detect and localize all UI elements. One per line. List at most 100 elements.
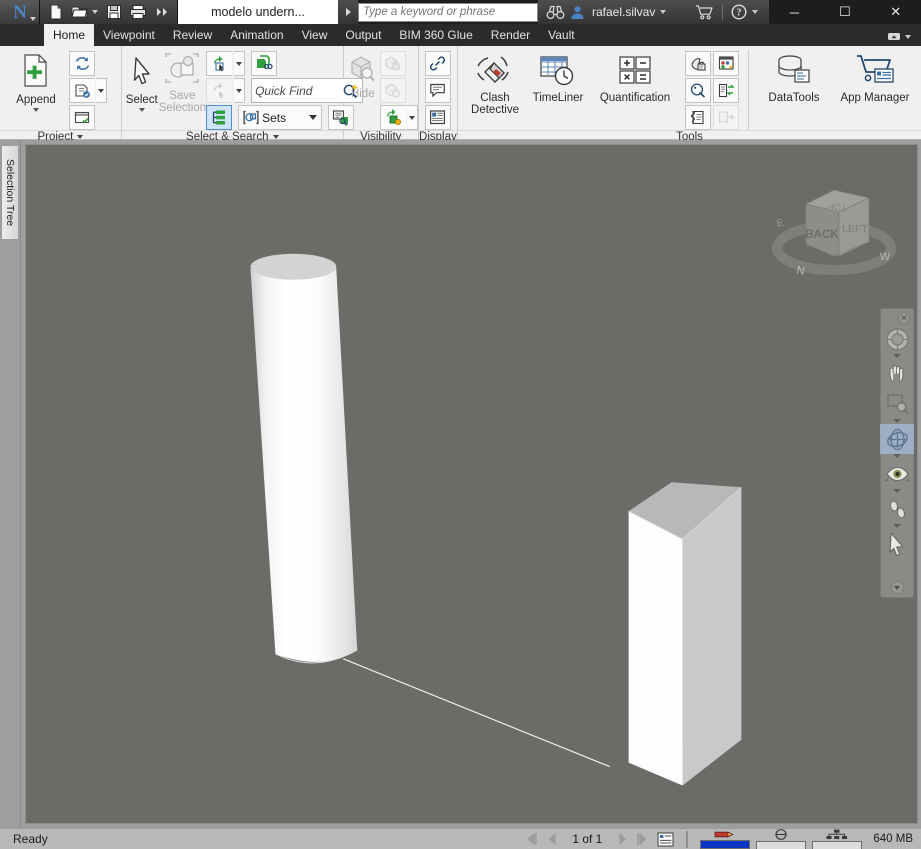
page-list-button[interactable] (656, 831, 675, 847)
steering-wheel-caret-icon[interactable] (893, 354, 901, 358)
maximize-button[interactable]: ☐ (820, 0, 871, 24)
chevron-down-icon[interactable] (138, 108, 145, 112)
unhide-all-caret[interactable] (406, 105, 418, 130)
batch-utility-icon (690, 110, 704, 125)
selection-tree-button[interactable] (206, 105, 233, 130)
user-name-label[interactable]: rafael.silvav (592, 5, 655, 19)
nav-options-button[interactable] (890, 581, 904, 594)
app-manager-button[interactable]: App Manager (832, 50, 918, 104)
save-button[interactable] (103, 2, 124, 22)
user-menu-caret-icon[interactable] (660, 10, 667, 14)
walk-caret-icon[interactable] (893, 524, 901, 528)
select-tool-button[interactable] (880, 529, 914, 559)
tab-view[interactable]: View (293, 24, 337, 46)
select-same-caret[interactable] (234, 51, 246, 76)
tab-render[interactable]: Render (482, 24, 539, 46)
new-document-button[interactable] (45, 2, 66, 22)
hide-label: Hide (350, 88, 375, 100)
animator-button[interactable] (713, 51, 739, 76)
view-cube[interactable]: E W N BACK LEFT TOP (759, 160, 909, 300)
status-bar: Ready 1 of 1 640 MB (0, 828, 921, 849)
status-message: Ready (13, 832, 48, 846)
nav-close-button[interactable]: ✕ (898, 312, 910, 324)
walk-button[interactable] (880, 494, 914, 524)
close-button[interactable]: ✕ (870, 0, 921, 24)
datatools-button[interactable]: DataTools (758, 50, 830, 104)
appearance-profiler-button[interactable] (685, 78, 711, 103)
timeliner-icon (540, 56, 574, 86)
orbit-button[interactable] (880, 424, 914, 454)
zoom-window-button[interactable] (880, 389, 914, 419)
pencil-icon (714, 831, 734, 837)
tab-home[interactable]: Home (44, 24, 95, 46)
open-button[interactable] (69, 2, 90, 22)
tab-viewpoint[interactable]: Viewpoint (94, 24, 164, 46)
sidebar-item-selection-tree[interactable]: Selection Tree (1, 145, 19, 240)
batch-utility-button[interactable] (685, 105, 711, 130)
pan-button[interactable] (880, 359, 914, 389)
properties-button[interactable] (424, 105, 451, 130)
chevron-down-icon[interactable] (33, 108, 39, 112)
scripter-button[interactable] (713, 78, 739, 103)
user-avatar-icon[interactable] (570, 5, 585, 20)
reset-all-caret[interactable] (96, 78, 107, 103)
ribbon-minimize-control[interactable] (887, 31, 911, 46)
title-expand-button[interactable] (338, 0, 358, 24)
qat-overflow-button[interactable] (151, 2, 172, 22)
properties-panel-icon (430, 110, 446, 125)
drawing-progress-meter (699, 830, 751, 849)
steering-wheel-button[interactable] (880, 324, 914, 354)
select-button[interactable]: Select (125, 50, 159, 112)
print-button[interactable] (127, 2, 148, 22)
refresh-icon (75, 57, 89, 70)
application-menu-button[interactable]: N (0, 0, 40, 24)
links-button[interactable] (424, 51, 451, 76)
navisworks-logo-icon: N (13, 1, 27, 23)
tab-output[interactable]: Output (336, 24, 390, 46)
tab-animation[interactable]: Animation (221, 24, 292, 46)
orbit-caret-icon[interactable] (893, 454, 901, 458)
shopping-cart-icon[interactable] (695, 4, 714, 20)
tab-review[interactable]: Review (164, 24, 221, 46)
reset-all-button[interactable] (69, 78, 95, 103)
refresh-button[interactable] (69, 51, 95, 76)
append-button[interactable]: Append (3, 50, 69, 112)
hide-button: Hide (346, 50, 380, 100)
left-dock-strip: Selection Tree (0, 140, 21, 828)
help-menu-caret-icon[interactable] (752, 10, 759, 14)
network-icon (826, 829, 848, 839)
svg-text:?: ? (737, 8, 742, 19)
search-box[interactable] (358, 2, 538, 22)
tab-bim360glue[interactable]: BIM 360 Glue (390, 24, 481, 46)
zoom-caret-icon[interactable] (893, 419, 901, 423)
3d-viewport[interactable]: E W N BACK LEFT TOP ✕ (25, 144, 918, 824)
help-question-icon[interactable]: ? (731, 4, 747, 20)
select-same-button[interactable] (206, 51, 233, 76)
next-page-button[interactable] (614, 832, 631, 846)
clash-detective-button[interactable]: Clash Detective (464, 50, 526, 116)
app-manager-label: App Manager (840, 92, 910, 104)
unhide-all-button[interactable] (379, 105, 406, 130)
compass-label-e: E (775, 217, 785, 230)
minimize-button[interactable]: ─ (769, 0, 820, 24)
quantification-button[interactable]: Quantification (590, 50, 680, 104)
find-items-button[interactable] (251, 51, 278, 76)
previous-page-button[interactable] (543, 832, 560, 846)
tab-vault[interactable]: Vault (539, 24, 583, 46)
timeliner-button[interactable]: TimeLiner (528, 50, 588, 104)
binoculars-icon[interactable] (546, 5, 565, 20)
first-page-button[interactable] (522, 832, 539, 846)
look-around-caret-icon[interactable] (893, 489, 901, 493)
disk-icon (775, 828, 787, 840)
clash-detective-label: Clash Detective (471, 92, 519, 116)
quick-properties-button[interactable] (424, 78, 451, 103)
autodesk-rendering-button[interactable] (685, 51, 711, 76)
file-options-button[interactable] (69, 105, 95, 130)
search-input[interactable] (363, 6, 533, 18)
open-dropdown-caret-icon[interactable] (92, 10, 98, 14)
look-around-button[interactable] (880, 459, 914, 489)
sets-button[interactable]: Sets (238, 105, 323, 130)
window-controls: ─ ☐ ✕ (769, 0, 921, 24)
last-page-button[interactable] (635, 832, 652, 846)
cube-face-top: TOP (828, 202, 846, 212)
